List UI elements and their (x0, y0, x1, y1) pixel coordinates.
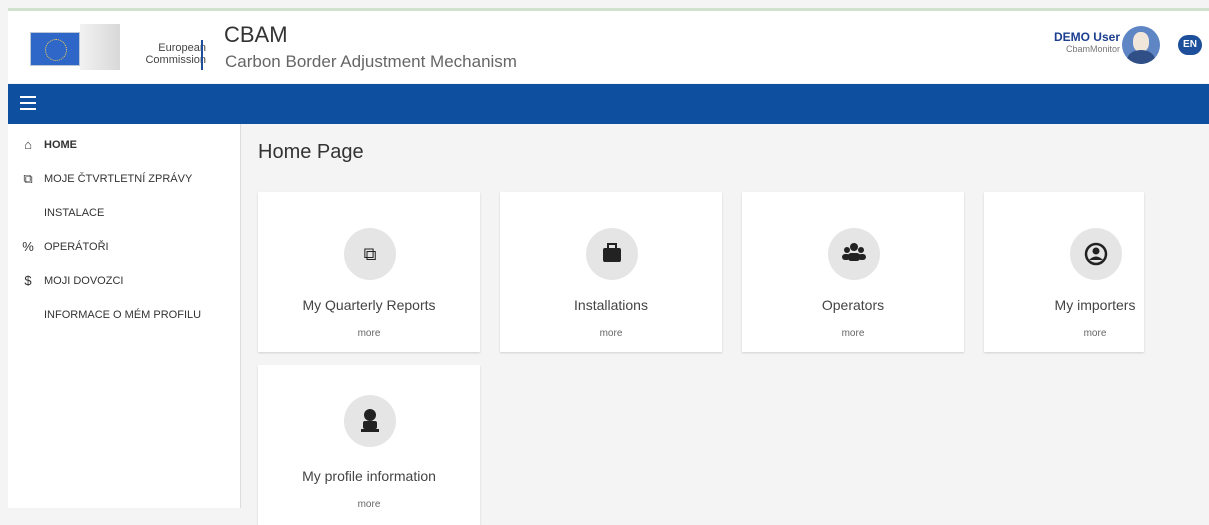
card-icon-background (586, 228, 638, 280)
brand-line1: European (158, 42, 206, 54)
card-label: My Quarterly Reports (302, 297, 436, 313)
sidebar-item-quarterly-reports[interactable]: ⧉ MOJE ČTVRTLETNÍ ZPRÁVY (8, 162, 240, 196)
user-circle-icon (1084, 242, 1108, 266)
sidebar-item-label: MOJI DOVOZCI (44, 275, 124, 287)
sidebar-item-importers[interactable]: $ MOJI DOVOZCI (8, 264, 240, 298)
app-title: CBAM (224, 22, 288, 47)
sidebar-item-profile[interactable]: INFORMACE O MÉM PROFILU (8, 298, 240, 332)
sidebar: ⌂ HOME ⧉ MOJE ČTVRTLETNÍ ZPRÁVY INSTALAC… (8, 124, 241, 508)
sidebar-item-label: HOME (44, 139, 77, 151)
card-label: Installations (574, 297, 648, 313)
eu-flag-icon (30, 32, 80, 66)
card-icon-background (1070, 228, 1122, 280)
dollar-icon: $ (24, 273, 32, 288)
group-icon (842, 243, 866, 261)
card-label: My profile information (302, 468, 436, 484)
sidebar-item-label: MOJE ČTVRTLETNÍ ZPRÁVY (44, 173, 193, 185)
briefcase-icon (603, 243, 621, 262)
sidebar-item-operators[interactable]: % OPERÁTOŘI (8, 230, 240, 264)
european-commission-logo[interactable]: European Commission (30, 24, 206, 72)
copy-icon: ⧉ (363, 244, 377, 264)
more-link[interactable]: more (258, 328, 480, 339)
more-link[interactable]: more (984, 328, 1206, 339)
brand-text: European Commission (120, 42, 206, 66)
avatar[interactable] (1122, 26, 1160, 64)
brand-divider (201, 40, 203, 70)
brand-line2: Commission (145, 54, 206, 66)
sidebar-item-label: INSTALACE (44, 207, 105, 219)
card-icon-background (828, 228, 880, 280)
page-title: Home Page (258, 141, 364, 163)
user-name[interactable]: DEMO User (1020, 30, 1120, 44)
sidebar-item-installations[interactable]: INSTALACE (8, 196, 240, 230)
user-role: CbamMonitor (1065, 44, 1120, 54)
app-subtitle: Carbon Border Adjustment Mechanism (225, 52, 517, 71)
hamburger-menu-icon[interactable] (20, 96, 36, 110)
reports-icon: ⧉ (23, 171, 33, 186)
card-icon-background (344, 395, 396, 447)
card-operators[interactable]: Operators more (742, 192, 964, 352)
more-link[interactable]: more (500, 328, 722, 339)
card-icon-background: ⧉ (344, 228, 396, 280)
card-label: My importers (1054, 297, 1136, 313)
percent-icon: % (22, 239, 34, 254)
nav-bar (8, 84, 1209, 124)
card-label: Operators (821, 297, 885, 313)
more-link[interactable]: more (742, 328, 964, 339)
sidebar-item-label: OPERÁTOŘI (44, 241, 109, 253)
language-selector[interactable]: EN (1178, 35, 1202, 55)
sidebar-item-home[interactable]: ⌂ HOME (8, 128, 240, 162)
ec-building-mark (80, 24, 120, 70)
card-quarterly-reports[interactable]: ⧉ My Quarterly Reports more (258, 192, 480, 352)
card-profile-information[interactable]: My profile information more (258, 365, 480, 525)
more-link[interactable]: more (258, 499, 480, 510)
card-importers[interactable]: My importers more (984, 192, 1144, 352)
card-installations[interactable]: Installations more (500, 192, 722, 352)
sidebar-item-label: INFORMACE O MÉM PROFILU (44, 309, 202, 321)
home-icon: ⌂ (24, 137, 32, 152)
user-icon (361, 409, 379, 432)
